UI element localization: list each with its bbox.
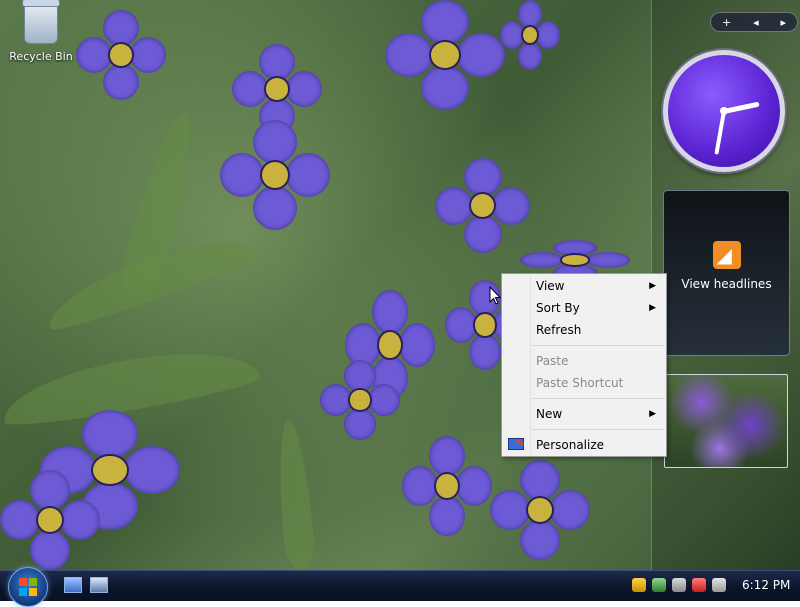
menu-item-label: Sort By: [536, 301, 580, 315]
volume-icon[interactable]: [712, 578, 726, 592]
taskbar: 6:12 PM: [0, 567, 800, 607]
security-shield-icon[interactable]: [632, 578, 646, 592]
menu-item-label: Refresh: [536, 323, 582, 337]
system-tray: [632, 575, 726, 595]
display-icon[interactable]: [672, 578, 686, 592]
start-button[interactable]: [8, 567, 48, 607]
taskbar-clock[interactable]: 6:12 PM: [742, 578, 790, 592]
wallpaper-flower: [320, 360, 400, 440]
wallpaper-flower: [220, 120, 330, 230]
clock-hour-hand: [723, 101, 760, 114]
menu-item-view[interactable]: View ▶: [502, 275, 666, 297]
context-menu: View ▶ Sort By ▶ Refresh Paste Paste Sho…: [501, 273, 667, 457]
wallpaper-flower: [76, 10, 166, 100]
menu-item-new[interactable]: New ▶: [502, 403, 666, 425]
network-icon[interactable]: [652, 578, 666, 592]
menu-separator: [532, 429, 664, 430]
feed-label: View headlines: [681, 277, 772, 291]
menu-item-paste-shortcut[interactable]: Paste Shortcut: [502, 372, 666, 394]
wallpaper-leaf: [273, 418, 317, 570]
wallpaper-flower: [500, 0, 560, 70]
recycle-bin-label: Recycle Bin: [9, 50, 73, 63]
menu-item-paste[interactable]: Paste: [502, 350, 666, 372]
add-gadget-button[interactable]: +: [722, 16, 731, 29]
menu-item-sort-by[interactable]: Sort By ▶: [502, 297, 666, 319]
alert-icon[interactable]: [692, 578, 706, 592]
clock-minute-hand: [714, 110, 726, 155]
next-gadget-button[interactable]: ▸: [781, 16, 787, 29]
recycle-bin-icon: [22, 0, 60, 44]
prev-gadget-button[interactable]: ◂: [753, 16, 759, 29]
submenu-arrow-icon: ▶: [649, 281, 656, 291]
menu-separator: [532, 398, 664, 399]
menu-item-label: Paste Shortcut: [536, 376, 624, 390]
menu-item-refresh[interactable]: Refresh: [502, 319, 666, 341]
windows-logo-icon: [19, 578, 37, 596]
slideshow-gadget[interactable]: [664, 374, 788, 468]
quick-launch: [64, 577, 108, 593]
submenu-arrow-icon: ▶: [649, 303, 656, 313]
menu-item-label: Paste: [536, 354, 569, 368]
menu-separator: [532, 345, 664, 346]
clock-hub: [720, 107, 728, 115]
wallpaper-flower: [402, 436, 492, 536]
feed-headlines-gadget[interactable]: View headlines: [663, 190, 790, 356]
sidebar-controls: + ◂ ▸: [710, 12, 798, 32]
recycle-bin[interactable]: Recycle Bin: [6, 0, 76, 63]
personalize-icon: [508, 438, 525, 452]
menu-item-label: New: [536, 407, 563, 421]
show-desktop-icon[interactable]: [64, 577, 82, 593]
menu-item-label: Personalize: [536, 438, 605, 452]
wallpaper-flower: [0, 470, 100, 570]
rss-icon: [712, 241, 741, 269]
switch-windows-icon[interactable]: [90, 577, 108, 593]
clock-gadget[interactable]: [663, 50, 785, 172]
menu-item-personalize[interactable]: Personalize: [502, 434, 666, 456]
wallpaper-flower: [490, 460, 590, 560]
wallpaper-flower: [385, 0, 505, 110]
submenu-arrow-icon: ▶: [649, 409, 656, 419]
wallpaper-flower: [435, 158, 530, 253]
menu-item-label: View: [536, 279, 565, 293]
